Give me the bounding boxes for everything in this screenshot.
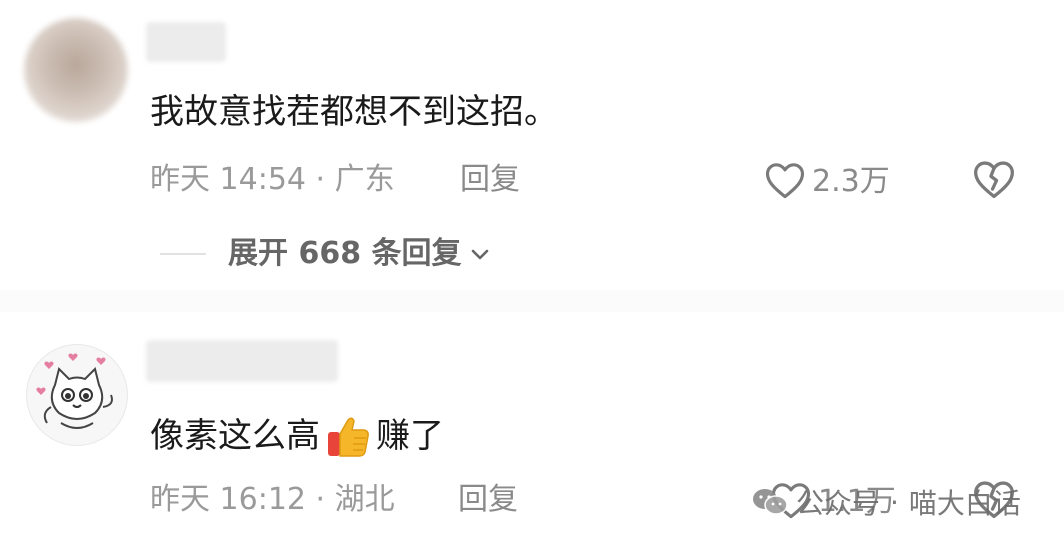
watermark-prefix: 公众号	[796, 487, 881, 520]
chevron-down-icon	[470, 247, 490, 261]
divider-band	[0, 290, 1064, 312]
cat-avatar-icon	[36, 353, 113, 429]
comment-text: 我故意找茬都想不到这招。	[150, 92, 558, 132]
reply-button[interactable]: 回复	[460, 162, 520, 198]
watermark-separator: ·	[890, 485, 899, 519]
username-blurred[interactable]	[146, 22, 226, 62]
like-count: 2.3万	[812, 164, 890, 199]
comment-text-after: 赚了	[376, 416, 444, 456]
expand-line	[160, 253, 206, 255]
avatar[interactable]	[26, 344, 128, 446]
expand-replies-button[interactable]: 展开 668 条回复	[160, 236, 490, 272]
reply-button[interactable]: 回复	[458, 482, 518, 518]
heart-icon	[764, 160, 806, 204]
username-blurred[interactable]	[146, 340, 338, 382]
comment-time-location: 昨天 16:12 · 湖北	[150, 482, 395, 517]
thumbs-up-icon	[324, 412, 372, 460]
watermark: 公众号 · 喵大白话	[752, 482, 1021, 522]
wechat-icon	[752, 487, 788, 517]
broken-heart-icon	[972, 161, 1016, 204]
avatar[interactable]	[24, 18, 128, 122]
comment-time-location: 昨天 14:54 · 广东	[150, 162, 395, 197]
expand-replies-label: 展开 668 条回复	[228, 236, 462, 271]
like-button[interactable]: 2.3万	[764, 160, 890, 204]
comment-text-before: 像素这么高	[150, 416, 320, 456]
dislike-button[interactable]	[972, 158, 1016, 204]
comment-text: 像素这么高 赚了	[150, 412, 444, 460]
watermark-account: 喵大白话	[908, 487, 1021, 520]
